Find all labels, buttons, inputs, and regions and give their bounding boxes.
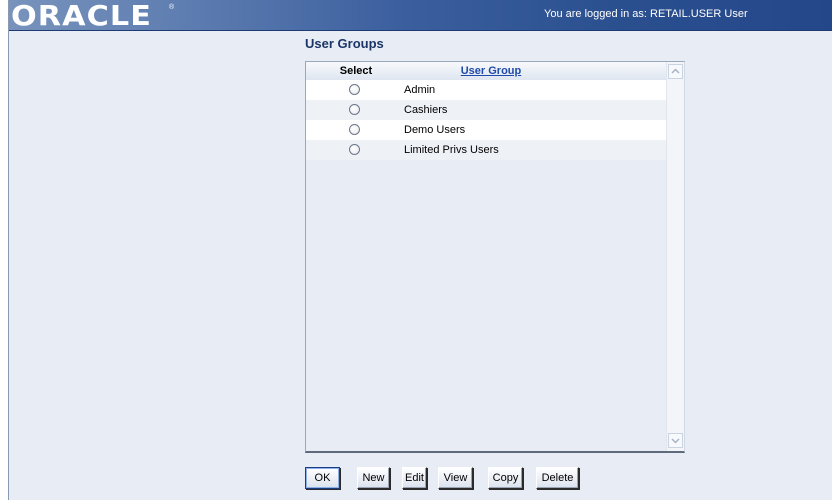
table-header: Select User Group (306, 62, 666, 80)
page-title: User Groups (305, 36, 384, 51)
view-button[interactable]: View (438, 467, 473, 489)
chevron-up-icon[interactable] (668, 64, 683, 79)
user-groups-list: Select User Group Admin Cashiers Demo Us… (305, 61, 685, 453)
table-row[interactable]: Limited Privs Users (306, 140, 666, 160)
select-radio[interactable] (349, 124, 360, 135)
user-groups-table: Select User Group Admin Cashiers Demo Us… (306, 62, 666, 451)
oracle-logo: ORACLE (11, 0, 153, 32)
ok-button[interactable]: OK (305, 467, 340, 489)
edit-button[interactable]: Edit (402, 467, 427, 489)
user-group-name: Limited Privs Users (404, 144, 499, 156)
user-group-name: Cashiers (404, 104, 448, 116)
chevron-down-icon[interactable] (668, 433, 683, 448)
delete-button[interactable]: Delete (536, 467, 579, 489)
new-button[interactable]: New (357, 467, 390, 489)
column-header-user-group[interactable]: User Group (406, 65, 576, 77)
select-radio[interactable] (349, 144, 360, 155)
table-row[interactable]: Cashiers (306, 100, 666, 120)
table-row[interactable]: Admin (306, 80, 666, 100)
table-row[interactable]: Demo Users (306, 120, 666, 140)
user-group-name: Demo Users (404, 124, 466, 136)
column-header-select: Select (339, 65, 373, 77)
left-divider (8, 0, 9, 500)
select-radio[interactable] (349, 84, 360, 95)
user-group-name: Admin (404, 84, 436, 96)
vertical-scrollbar[interactable] (666, 62, 684, 451)
copy-button[interactable]: Copy (488, 467, 523, 489)
app-header: ORACLE ® You are logged in as: RETAIL.US… (9, 0, 832, 31)
login-status: You are logged in as: RETAIL.USER User (544, 8, 748, 20)
registered-mark: ® (169, 4, 175, 11)
select-radio[interactable] (349, 104, 360, 115)
